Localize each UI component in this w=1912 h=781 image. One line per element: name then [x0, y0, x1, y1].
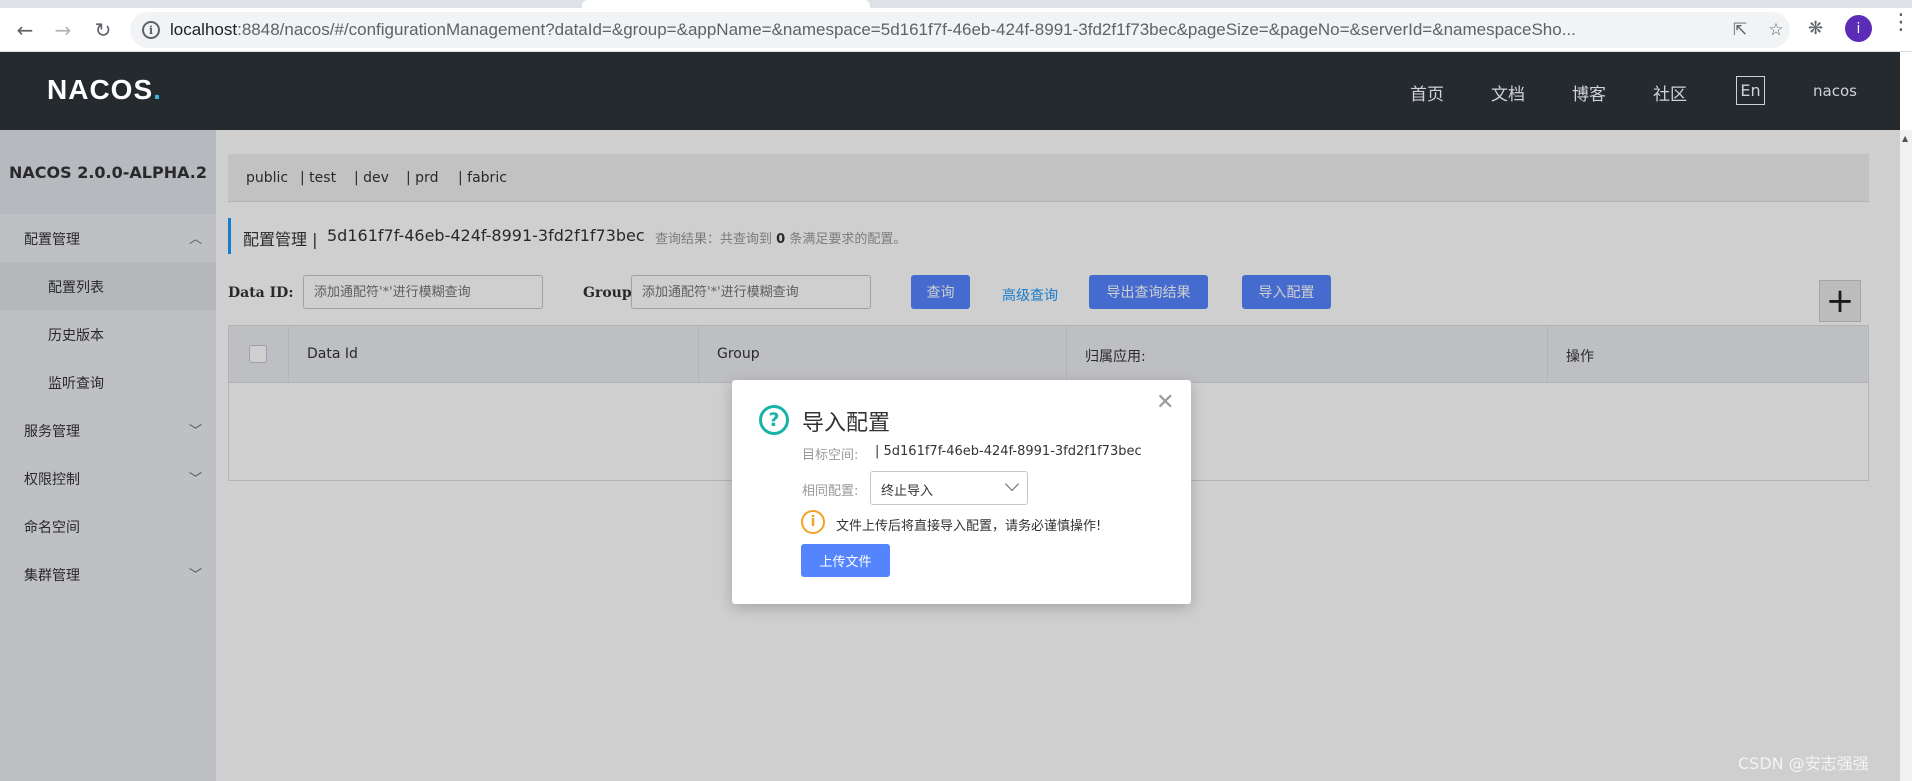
back-icon[interactable]: ←	[12, 17, 38, 43]
scroll-up-arrow-icon[interactable]: ▲	[1902, 134, 1908, 143]
dialog-title: 导入配置	[802, 411, 891, 436]
close-icon[interactable]: ✕	[1156, 392, 1174, 414]
site-info-icon[interactable]: i	[142, 21, 160, 39]
active-tab[interactable]	[582, 0, 870, 8]
logo-text: NACOS	[47, 74, 154, 105]
menu-kebab-icon[interactable]: ⋮	[1890, 12, 1912, 34]
app-header: NACOS. 首页 文档 博客 社区 En nacos	[0, 52, 1900, 130]
url-path: :8848/nacos/#/configurationManagement?da…	[237, 20, 1576, 39]
extensions-icon[interactable]: ❋	[1808, 18, 1823, 39]
url-text[interactable]: localhost:8848/nacos/#/configurationMana…	[170, 20, 1730, 40]
target-space-label: 目标空间:	[802, 448, 859, 463]
bookmark-star-icon[interactable]: ☆	[1766, 20, 1786, 40]
profile-avatar[interactable]: i	[1845, 15, 1872, 42]
nav-home[interactable]: 首页	[1410, 80, 1444, 105]
same-config-select[interactable]: 终止导入	[870, 471, 1028, 505]
same-config-label: 相同配置:	[802, 484, 859, 499]
nav-blog[interactable]: 博客	[1572, 80, 1606, 105]
url-host: localhost	[170, 20, 238, 39]
share-icon[interactable]: ⇱	[1730, 20, 1750, 40]
nacos-logo[interactable]: NACOS.	[47, 74, 162, 106]
page-scrollbar[interactable]: ▲	[1900, 130, 1912, 781]
user-name[interactable]: nacos	[1813, 82, 1857, 100]
question-icon: ?	[759, 405, 789, 435]
import-config-dialog: ✕ ? 导入配置 目标空间: | 5d161f7f-46eb-424f-8991…	[732, 380, 1191, 604]
forward-icon[interactable]: →	[50, 17, 76, 43]
browser-tabstrip	[0, 0, 1912, 8]
warning-text: 文件上传后将直接导入配置，请务必谨慎操作!	[836, 519, 1102, 534]
language-toggle[interactable]: En	[1736, 76, 1765, 105]
watermark: CSDN @安志强强	[1738, 754, 1869, 773]
same-config-value: 终止导入	[881, 484, 934, 499]
target-space-value: | 5d161f7f-46eb-424f-8991-3fd2f1f73bec	[875, 444, 1142, 459]
chevron-down-icon	[1004, 476, 1020, 492]
upload-file-button[interactable]: 上传文件	[801, 544, 890, 577]
logo-dot: .	[153, 74, 162, 105]
warning-icon: i	[801, 510, 825, 534]
address-bar[interactable]: i localhost:8848/nacos/#/configurationMa…	[130, 12, 1790, 48]
reload-icon[interactable]: ↻	[90, 17, 116, 43]
nav-community[interactable]: 社区	[1653, 80, 1687, 105]
browser-toolbar: ← → ↻ i localhost:8848/nacos/#/configura…	[0, 8, 1912, 52]
nav-docs[interactable]: 文档	[1491, 80, 1525, 105]
